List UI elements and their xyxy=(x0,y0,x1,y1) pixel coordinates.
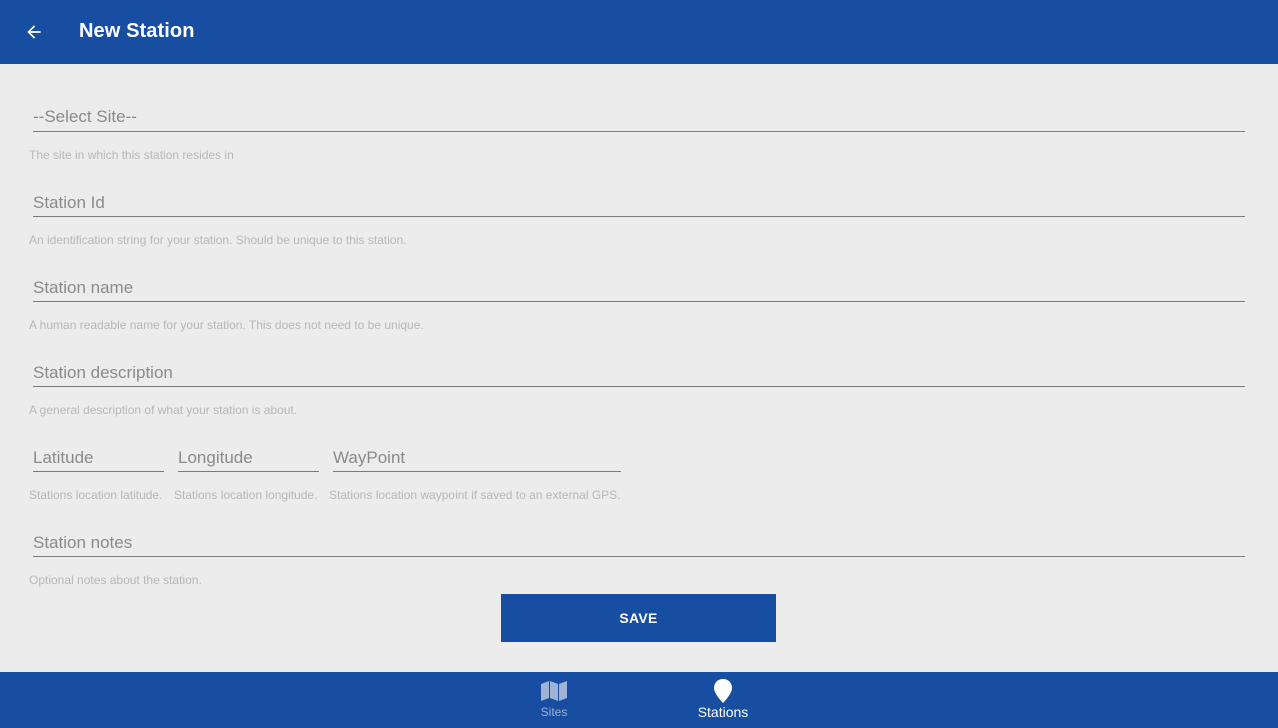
save-button[interactable]: SAVE xyxy=(501,594,776,642)
station-form: --Select Site-- The site in which this s… xyxy=(0,64,1278,672)
page-title: New Station xyxy=(79,20,195,42)
station-description-helper: A general description of what your stati… xyxy=(29,403,298,417)
station-id-input[interactable] xyxy=(33,189,1245,217)
waypoint-helper: Stations location waypoint if saved to a… xyxy=(329,488,621,502)
back-button[interactable] xyxy=(18,16,50,48)
location-pin-icon xyxy=(714,679,732,703)
station-name-input[interactable] xyxy=(33,274,1245,302)
nav-label-stations: Stations xyxy=(697,704,749,720)
latitude-input[interactable] xyxy=(33,444,164,472)
arrow-back-icon xyxy=(27,25,41,39)
site-helper: The site in which this station resides i… xyxy=(29,148,234,162)
map-icon xyxy=(541,681,567,701)
bottom-navigation: Sites Stations xyxy=(0,672,1278,728)
nav-item-stations[interactable]: Stations xyxy=(663,672,783,728)
site-select[interactable]: --Select Site-- xyxy=(33,104,1245,132)
station-notes-helper: Optional notes about the station. xyxy=(29,573,202,587)
station-name-helper: A human readable name for your station. … xyxy=(29,318,424,332)
nav-item-sites[interactable]: Sites xyxy=(494,672,614,728)
station-description-input[interactable] xyxy=(33,359,1245,387)
latitude-helper: Stations location latitude. xyxy=(29,488,163,502)
station-notes-input[interactable] xyxy=(33,529,1245,557)
longitude-input[interactable] xyxy=(178,444,319,472)
longitude-helper: Stations location longitude. xyxy=(174,488,318,502)
nav-label-sites: Sites xyxy=(540,705,568,719)
station-id-helper: An identification string for your statio… xyxy=(29,233,407,247)
waypoint-input[interactable] xyxy=(333,444,621,472)
app-bar: New Station xyxy=(0,0,1278,64)
